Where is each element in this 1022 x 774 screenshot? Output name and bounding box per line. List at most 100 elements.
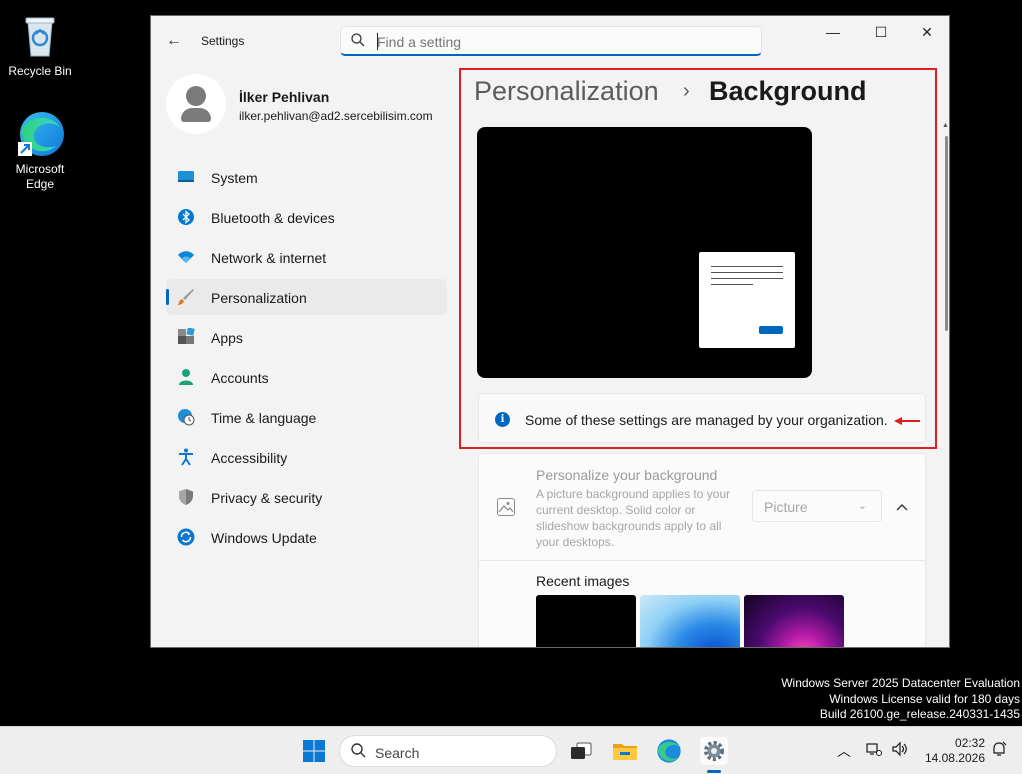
windows-logo-icon [303, 740, 325, 762]
desktop-icon-label: Recycle Bin [8, 64, 72, 78]
recent-images-section: Recent images [478, 561, 926, 647]
show-hidden-icons-button[interactable]: ︿ [837, 741, 851, 761]
apps-icon [177, 327, 195, 346]
notification-bell-icon [993, 741, 1007, 756]
chevron-up-icon: ︿ [837, 743, 851, 759]
bluetooth-icon [177, 208, 195, 226]
title-bar: ← Settings — ☐ ✕ [151, 16, 949, 64]
sidebar-item-network[interactable]: Network & internet [166, 239, 447, 275]
file-explorer-button[interactable] [611, 737, 639, 765]
taskbar: Search ︿ 02:32 14.08.2026 [0, 726, 1022, 774]
sidebar-item-label: Windows Update [211, 530, 317, 546]
sidebar-item-bluetooth[interactable]: Bluetooth & devices [166, 199, 447, 235]
clock-time: 02:32 [954, 736, 985, 750]
settings-window: ← Settings — ☐ ✕ İlker Pehlivan ilker.pe… [150, 15, 950, 648]
watermark-edition: Windows Server 2025 Datacenter Evaluatio… [781, 676, 1020, 690]
find-setting-search[interactable] [340, 26, 762, 56]
user-email: ilker.pehlivan@ad2.sercebilisim.com [239, 109, 433, 123]
back-arrow-icon: ← [166, 32, 182, 49]
volume-icon[interactable] [891, 741, 909, 760]
taskbar-search-label: Search [375, 745, 420, 761]
user-profile[interactable]: İlker Pehlivan ilker.pehlivan@ad2.serceb… [166, 72, 456, 136]
edge-icon [16, 110, 64, 158]
user-name: İlker Pehlivan [239, 89, 330, 105]
sidebar-item-label: Privacy & security [211, 490, 323, 506]
edge-icon [657, 739, 681, 763]
task-view-button[interactable] [567, 737, 595, 765]
search-icon [351, 743, 366, 761]
desktop-icon-edge[interactable]: Microsoft Edge [2, 110, 78, 192]
maximize-icon: ☐ [874, 24, 888, 40]
search-input[interactable] [377, 32, 747, 52]
maximize-button[interactable]: ☐ [858, 16, 904, 48]
sidebar-item-personalization[interactable]: Personalization [166, 279, 447, 315]
card-description: A picture background applies to your cur… [536, 487, 731, 549]
sidebar-item-windows-update[interactable]: Windows Update [166, 519, 447, 555]
gear-icon [704, 741, 724, 761]
card-title: Personalize your background [536, 467, 718, 483]
sidebar-item-system[interactable]: System [166, 159, 447, 195]
minimize-icon: — [826, 24, 840, 40]
search-icon [351, 33, 365, 50]
close-icon: ✕ [921, 24, 933, 40]
recycle-bin-icon [16, 12, 64, 60]
close-button[interactable]: ✕ [904, 16, 949, 48]
network-tray-icon[interactable] [866, 741, 882, 760]
sidebar-nav: System Bluetooth & devices Network & int… [166, 159, 447, 559]
folder-icon [613, 744, 637, 760]
annotation-highlight-box [459, 68, 937, 449]
sidebar-item-privacy-security[interactable]: Privacy & security [166, 479, 447, 515]
clock-date: 14.08.2026 [924, 751, 985, 765]
sidebar-item-time-language[interactable]: Time & language [166, 399, 447, 435]
taskbar-search[interactable]: Search [339, 735, 557, 767]
watermark-build: Build 26100.ge_release.240331-1435 [819, 707, 1020, 721]
accounts-icon [177, 368, 195, 386]
sidebar-item-label: Apps [211, 330, 243, 346]
sidebar-item-label: System [211, 170, 258, 186]
avatar [166, 74, 226, 134]
sidebar-item-label: Time & language [211, 410, 317, 426]
sidebar-item-accounts[interactable]: Accounts [166, 359, 447, 395]
taskbar-clock[interactable]: 02:32 14.08.2026 [915, 736, 985, 766]
accessibility-icon [177, 448, 195, 466]
desktop-icon-label: Microsoft Edge [15, 162, 65, 191]
sidebar-item-label: Bluetooth & devices [211, 210, 335, 226]
recent-image-thumbnail[interactable] [744, 595, 844, 647]
scrollbar-thumb[interactable] [945, 136, 948, 331]
personalize-background-card: Personalize your background A picture ba… [478, 453, 926, 561]
update-icon [177, 528, 195, 546]
edge-taskbar-button[interactable] [655, 737, 683, 765]
system-icon [177, 168, 195, 186]
watermark-license: Windows License valid for 180 days [829, 691, 1020, 706]
sidebar-item-apps[interactable]: Apps [166, 319, 447, 355]
windows-watermark: Windows Server 2025 Datacenter Evaluatio… [781, 676, 1020, 723]
image-icon [497, 498, 515, 516]
task-view-icon [571, 742, 592, 759]
minimize-button[interactable]: — [810, 16, 856, 48]
sidebar-item-label: Accounts [211, 370, 269, 386]
sidebar-item-label: Accessibility [211, 450, 288, 466]
active-app-indicator [707, 770, 721, 773]
start-button[interactable] [300, 737, 328, 765]
dropdown-value: Picture [764, 499, 808, 515]
background-type-dropdown[interactable]: Picture ⌄ [752, 490, 882, 522]
notifications-button[interactable] [991, 741, 1007, 760]
sidebar-item-label: Personalization [211, 290, 307, 306]
window-title: Settings [201, 34, 245, 48]
desktop-icon-recycle-bin[interactable]: Recycle Bin [2, 12, 78, 79]
brush-icon [177, 288, 195, 306]
shield-icon [177, 488, 195, 506]
collapse-button[interactable] [891, 496, 913, 518]
back-button[interactable]: ← [163, 30, 185, 52]
recent-image-thumbnail[interactable] [536, 595, 636, 647]
chevron-down-icon: ⌄ [857, 500, 867, 512]
globe-clock-icon [177, 408, 195, 426]
settings-taskbar-button[interactable] [700, 737, 728, 765]
scroll-up-arrow-icon[interactable]: ▲ [942, 122, 949, 129]
sidebar-item-accessibility[interactable]: Accessibility [166, 439, 447, 475]
recent-images-label: Recent images [536, 573, 630, 589]
sidebar-item-label: Network & internet [211, 250, 327, 266]
recent-image-thumbnail[interactable] [640, 595, 740, 647]
wifi-icon [177, 248, 195, 266]
chevron-up-icon [896, 504, 908, 511]
